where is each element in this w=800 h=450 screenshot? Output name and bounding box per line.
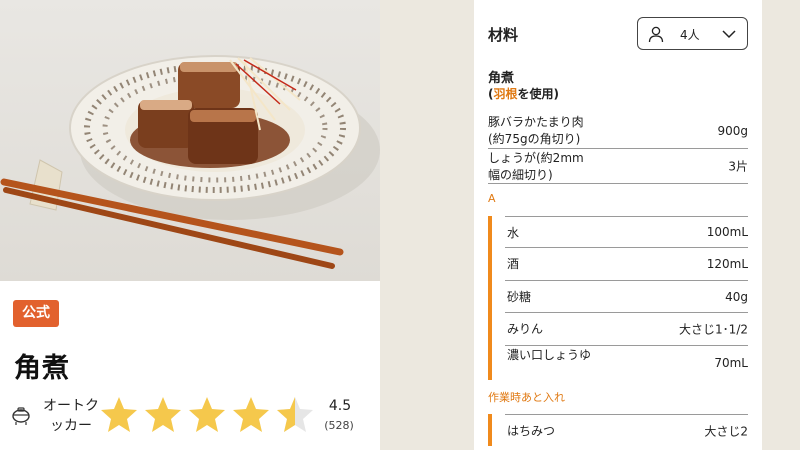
ingredient-qty: 900g [717,123,748,138]
ingredient-row: 砂糖 40g [505,281,748,313]
star-icon [233,397,269,432]
section-note: (羽根を使用) [488,85,559,102]
group-bar [488,216,492,380]
servings-select[interactable]: 4人 [637,17,748,50]
ingredient-name: みりん [507,322,544,336]
ingredient-name: 砂糖 [507,290,532,304]
person-icon [648,26,664,43]
ingredient-name: はちみつ [507,424,556,438]
ingredients-card: 材料 4人 角煮 (羽根を使用) 豚バラかたまり肉(約75gの角切り) 900g… [474,0,762,450]
ingredient-row: 豚バラかたまり肉(約75gの角切り) 900g [488,113,748,149]
ingredient-row: しょうが(約2mm幅の細切り) 3片 [488,149,748,184]
group-bar [488,414,492,446]
recipe-title: 角煮 [14,353,70,384]
ingredient-name: 濃い口しょうゆ [507,348,592,362]
note-highlight-link[interactable]: 羽根 [493,87,517,101]
note-suffix: を使用) [517,87,560,101]
ingredient-qty: 大さじ2 [704,424,748,438]
ingredient-qty: 3片 [728,159,748,174]
chevron-down-icon [722,30,736,39]
auto-cooker-icon [12,407,30,425]
ingredient-name: 酒 [507,257,520,271]
recipe-photo [0,0,380,281]
section-name: 角煮 [488,71,515,86]
ingredient-qty: 100mL [706,225,748,239]
device-label: オートクッカー [43,398,99,434]
group-label-b: 作業時あと入れ [488,391,565,404]
ingredient-qty: 120mL [706,257,748,271]
group-label-a: A [488,192,496,205]
star-rating [98,394,316,434]
ingredient-name: 水 [507,226,520,240]
recipe-card: 公式 角煮 オートクッカー 4.5 (528) [0,0,380,450]
star-icon [145,397,181,432]
ingredient-qty: 40g [725,289,748,304]
ingredient-row: 酒 120mL [505,248,748,281]
ingredient-row: 水 100mL [505,216,748,248]
ingredient-row: 濃い口しょうゆ 70mL [505,346,748,380]
ingredient-qty: 70mL [714,356,748,370]
servings-value: 4人 [680,28,700,42]
official-badge: 公式 [13,300,59,327]
ingredient-qty: 大さじ1･1/2 [679,322,748,337]
rating-count: (528) [324,419,354,432]
star-icon [101,397,137,432]
ingredient-row: はちみつ 大さじ2 [505,414,748,446]
star-icon [189,397,225,432]
rating-value: 4.5 [328,398,352,414]
ingredients-title: 材料 [488,26,519,44]
ingredient-row: みりん 大さじ1･1/2 [505,313,748,346]
ingredient-name: しょうが(約2mm幅の細切り) [488,151,584,182]
star-half-icon [277,397,313,432]
ingredient-name: 豚バラかたまり肉(約75gの角切り) [488,115,584,146]
